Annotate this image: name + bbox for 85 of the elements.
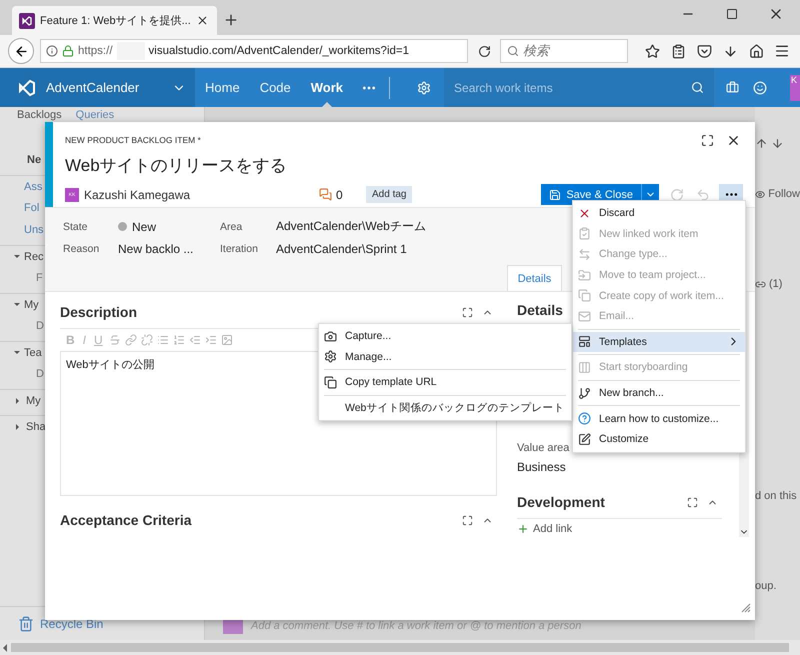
arrow-down-icon[interactable]	[771, 137, 784, 150]
menu-item-icon	[578, 386, 592, 400]
logo-icon	[18, 78, 36, 96]
url-text: visualstudio.com/AdventCalender/_workitems?id=1	[148, 45, 410, 57]
note-text: d on this	[755, 490, 797, 502]
field-value[interactable]: AdventCalender\Webチーム	[276, 218, 426, 235]
scroll-left-icon[interactable]	[3, 644, 7, 652]
follow-link[interactable]: Follow	[768, 188, 800, 200]
menu-item-icon	[324, 350, 337, 364]
hub-tab[interactable]: Backlogs	[17, 109, 62, 121]
menu-item-icon	[578, 289, 592, 302]
menu-item-icon	[578, 360, 592, 374]
work-item-title[interactable]: Webサイトのリリースをする	[65, 154, 743, 180]
field-label: Area	[220, 220, 244, 232]
field-label: Value area	[517, 442, 570, 454]
scrollbar-thumb[interactable]	[11, 643, 789, 652]
menu-item-icon	[324, 376, 337, 389]
lock-icon	[62, 45, 74, 57]
recycle-bin-icon	[18, 616, 34, 632]
menu-item-icon	[578, 268, 592, 282]
sidebar-item[interactable]: Rec	[24, 250, 44, 262]
sidebar-item[interactable]: Ass	[24, 180, 42, 192]
sidebar-item[interactable]: Fol	[24, 202, 40, 214]
project-name: AdventCalender	[46, 80, 140, 95]
field-label: State	[63, 220, 89, 232]
section-heading: Details	[517, 302, 563, 318]
sidebar-item[interactable]: Uns	[24, 224, 44, 236]
menu-item[interactable]: Learn how to customize...	[573, 408, 745, 429]
arrow-up-icon[interactable]	[755, 137, 768, 150]
field-value[interactable]: AdventCalender\Sprint 1	[276, 242, 407, 256]
sidebar-item[interactable]: Ne	[27, 154, 42, 166]
back-button[interactable]	[8, 38, 34, 64]
nav-tab[interactable]: Code	[250, 68, 301, 107]
search-field[interactable]: 検索	[500, 39, 628, 63]
menu-item-icon	[578, 335, 592, 348]
section-heading: Acceptance Criteria	[60, 512, 192, 528]
user-avatar[interactable]: K	[790, 74, 800, 100]
sidebar-item[interactable]: Sha	[26, 420, 46, 432]
field-value[interactable]: New	[118, 220, 156, 234]
sidebar-item[interactable]: F	[36, 272, 43, 284]
app-logo-icon	[19, 12, 35, 28]
url-scheme: https://	[78, 45, 113, 57]
note-text: oup.	[755, 580, 776, 592]
comments-icon	[319, 188, 332, 201]
menu-item-icon	[578, 227, 592, 240]
sidebar-item[interactable]: D	[36, 320, 44, 332]
state-dot	[118, 222, 127, 231]
sidebar-item[interactable]: Tea	[24, 346, 42, 358]
eye-icon	[755, 188, 766, 200]
info-icon	[46, 45, 58, 57]
menu-item[interactable]: New branch...	[573, 382, 745, 404]
field-value[interactable]: New backlo ...	[118, 242, 194, 256]
item-type: NEW PRODUCT BACKLOG ITEM *	[65, 135, 202, 145]
browser-tab[interactable]: Feature 1: Webサイトを提供...	[12, 6, 217, 35]
field-label: Reason	[63, 243, 100, 255]
menu-item[interactable]: Capture...	[319, 326, 571, 347]
nav-tab[interactable]: Work	[300, 68, 354, 107]
field-label: Iteration	[220, 243, 259, 255]
menu-item-icon	[578, 432, 592, 446]
menu-item-icon	[578, 310, 592, 323]
assignee-name[interactable]: Kazushi Kamegawa	[84, 188, 319, 202]
menu-item[interactable]: Discard	[573, 203, 745, 224]
search-icon[interactable]	[691, 81, 704, 94]
menu-item-icon	[578, 248, 592, 261]
plus-icon	[517, 523, 529, 535]
details-tab[interactable]: Details	[507, 265, 562, 291]
save-icon	[549, 188, 562, 200]
nav-tab[interactable]: Home	[195, 68, 250, 107]
comment-count: 0	[336, 188, 344, 202]
menu-item[interactable]: Customize	[573, 428, 745, 450]
sidebar-item[interactable]: My	[26, 394, 41, 406]
address-field[interactable]: https:// visualstudio.com/AdventCalender/_workitems?id=1	[40, 39, 468, 63]
search-icon	[507, 45, 519, 57]
add-tag-button[interactable]: Add tag	[366, 186, 412, 203]
menu-item-icon	[324, 330, 337, 343]
add-link[interactable]: Add link	[517, 523, 722, 535]
field-value[interactable]: Business	[517, 460, 722, 474]
tab-title: Feature 1: Webサイトを提供...	[40, 14, 191, 28]
sidebar-item[interactable]: My	[24, 298, 39, 310]
menu-item[interactable]: Templates	[573, 332, 745, 352]
section-heading: Description	[60, 304, 138, 320]
link-count: (1)	[769, 278, 782, 290]
menu-item-icon	[578, 412, 592, 426]
section-heading: Development	[517, 494, 605, 510]
sidebar-item[interactable]: D	[36, 368, 44, 380]
